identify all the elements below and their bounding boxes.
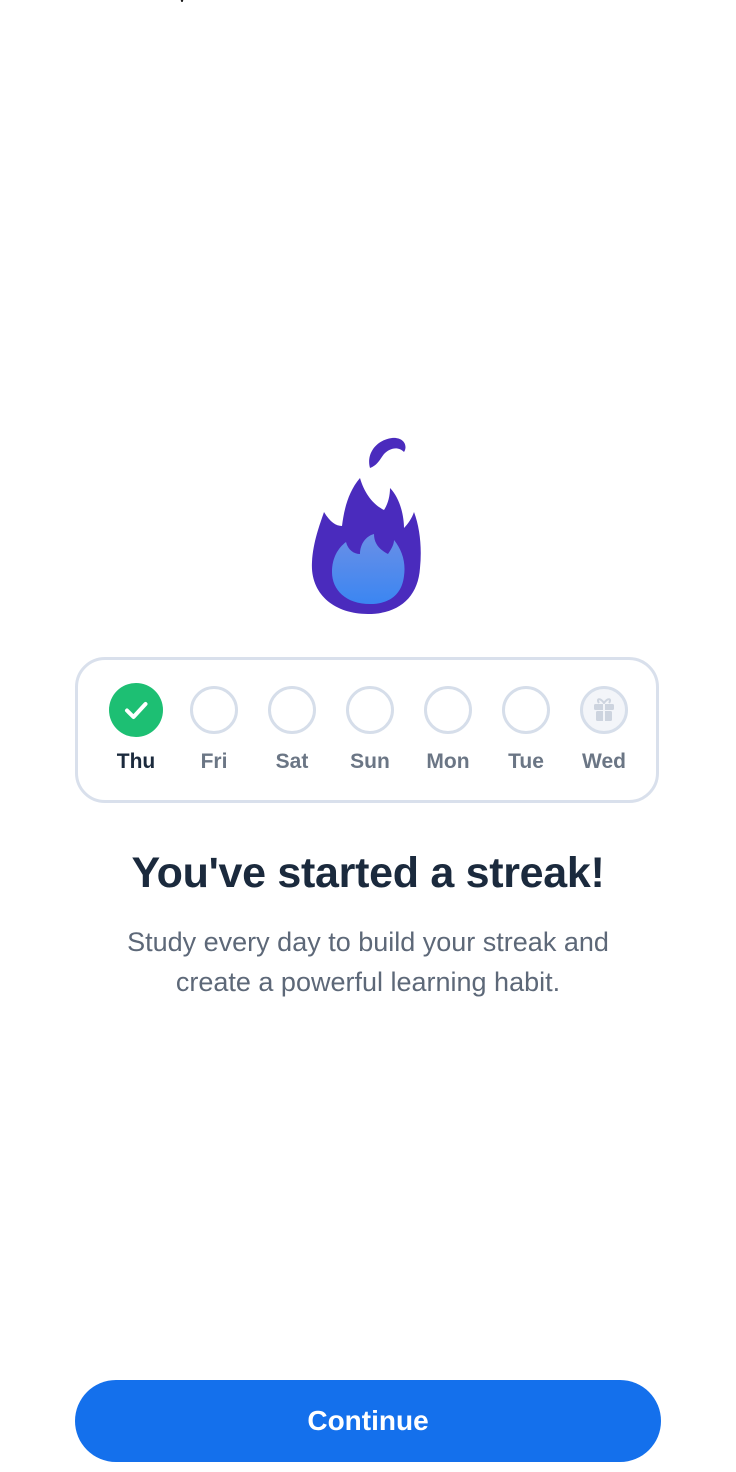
day-sat-circle — [268, 686, 316, 734]
day-label-sat: Sat — [275, 750, 309, 773]
day-label-wed: Wed — [582, 750, 626, 773]
day-sat: Sat — [257, 686, 327, 774]
day-thu: Thu — [101, 683, 171, 774]
day-tue-circle — [502, 686, 550, 734]
day-wed-circle — [580, 686, 628, 734]
day-mon-circle — [424, 686, 472, 734]
day-mon: Mon — [413, 686, 483, 774]
status-bar-signal-icon — [180, 0, 184, 2]
day-label-thu: Thu — [116, 750, 156, 773]
day-sun-circle — [346, 686, 394, 734]
streak-week-card: Thu Fri Sat Sun Mon Tue Wed — [75, 657, 659, 803]
flame-icon — [311, 437, 421, 614]
day-label-sun: Sun — [350, 750, 390, 773]
day-label-mon: Mon — [426, 750, 470, 773]
day-fri-circle — [190, 686, 238, 734]
day-wed: Wed — [569, 686, 639, 774]
gift-icon — [594, 698, 614, 721]
day-label-fri: Fri — [200, 750, 228, 773]
page-title: You've started a streak! — [131, 849, 605, 897]
day-tue: Tue — [491, 686, 561, 774]
streak-screen: Thu Fri Sat Sun Mon Tue Wed You've start… — [0, 0, 736, 1472]
status-bar-battery-icon — [520, 0, 562, 2]
continue-button[interactable]: Continue — [75, 1380, 661, 1462]
check-icon — [125, 702, 148, 719]
page-subtitle: Study every day to build your streak and… — [127, 927, 609, 997]
day-sun: Sun — [335, 686, 405, 774]
day-thu-circle — [109, 683, 163, 737]
day-label-tue: Tue — [508, 750, 544, 773]
day-fri: Fri — [179, 686, 249, 774]
